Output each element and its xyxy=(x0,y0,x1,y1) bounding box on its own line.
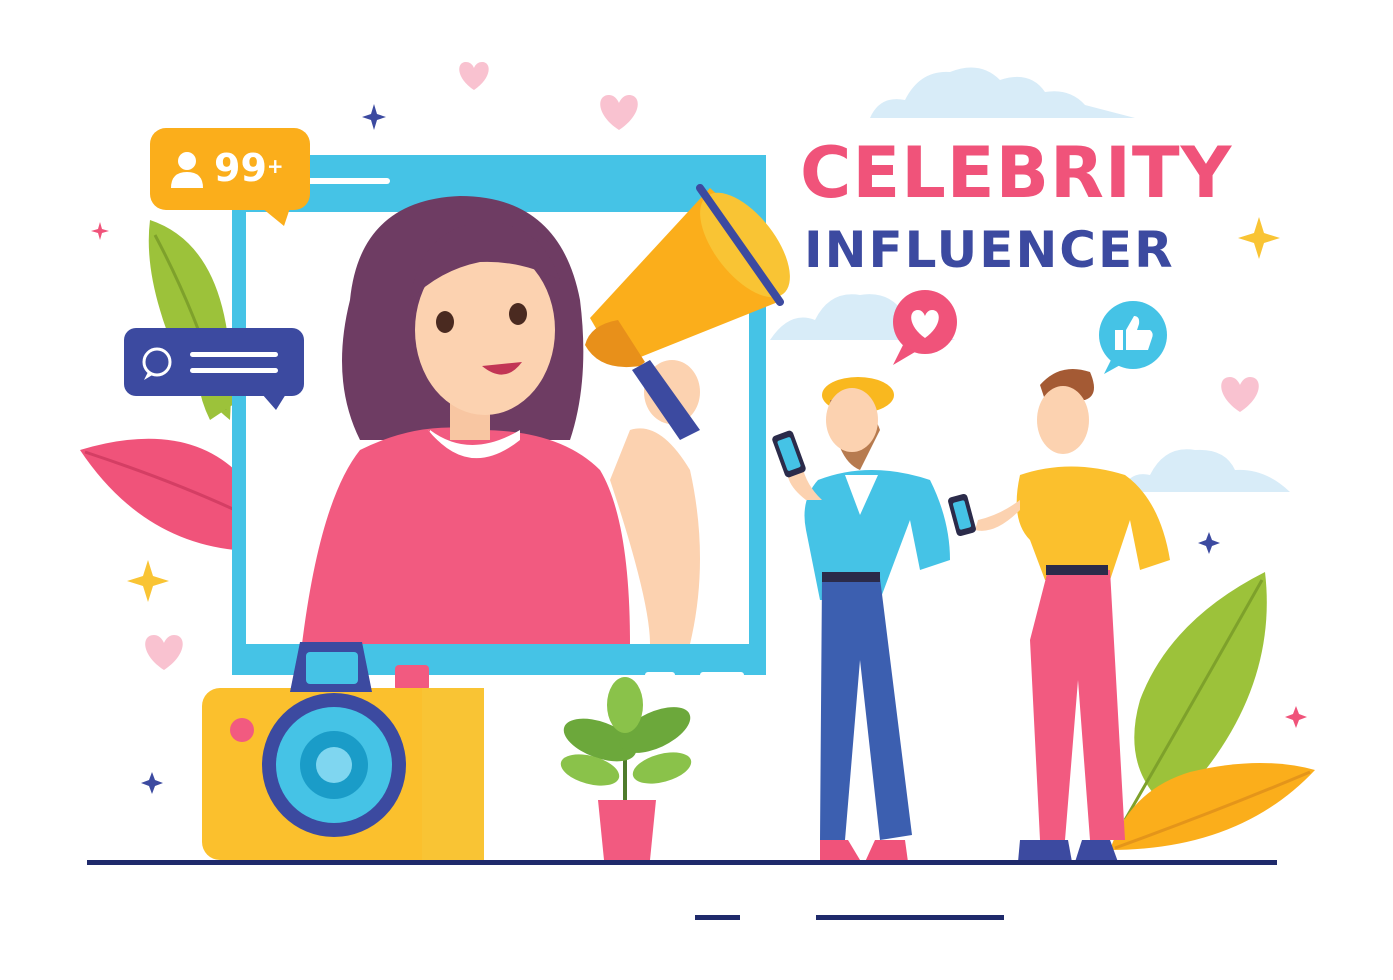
plant-icon xyxy=(560,677,692,860)
like-reaction-bubble xyxy=(1099,301,1167,374)
sparkle-icon xyxy=(127,560,169,602)
sparkle-icon xyxy=(1198,532,1220,554)
heart-icon xyxy=(459,62,489,90)
leaf-icon xyxy=(1110,762,1315,850)
follower-count: 99+ xyxy=(214,146,284,190)
sparkle-icon xyxy=(362,104,386,130)
heart-icon xyxy=(600,95,638,130)
sparkle-icon xyxy=(91,222,109,240)
follower-count-suffix: + xyxy=(266,154,284,178)
pager-dash xyxy=(816,915,1004,920)
woman-with-phone xyxy=(772,377,950,862)
illustration-canvas: 99+ CELEBRITY INFLUENCER xyxy=(0,0,1393,980)
heart-icon xyxy=(145,635,183,670)
sparkle-icon xyxy=(1238,217,1280,259)
leaf-icon xyxy=(80,438,236,550)
smartphone-icon xyxy=(772,430,806,478)
heart-icon xyxy=(1221,377,1259,412)
ground-line xyxy=(87,860,1277,865)
title-line-1: CELEBRITY xyxy=(800,132,1233,214)
sparkle-icon xyxy=(141,772,163,794)
sparkle-icon xyxy=(1285,706,1307,728)
pager-dash xyxy=(695,915,740,920)
follower-count-value: 99 xyxy=(214,146,267,190)
page-title: CELEBRITY INFLUENCER xyxy=(800,128,1240,282)
smartphone-icon xyxy=(948,493,976,537)
cloud-icon xyxy=(870,67,1135,118)
man-with-phone xyxy=(948,368,1170,862)
title-line-2: INFLUENCER xyxy=(804,221,1175,279)
cloud-icon xyxy=(1120,449,1290,492)
heart-reaction-bubble xyxy=(893,290,957,365)
